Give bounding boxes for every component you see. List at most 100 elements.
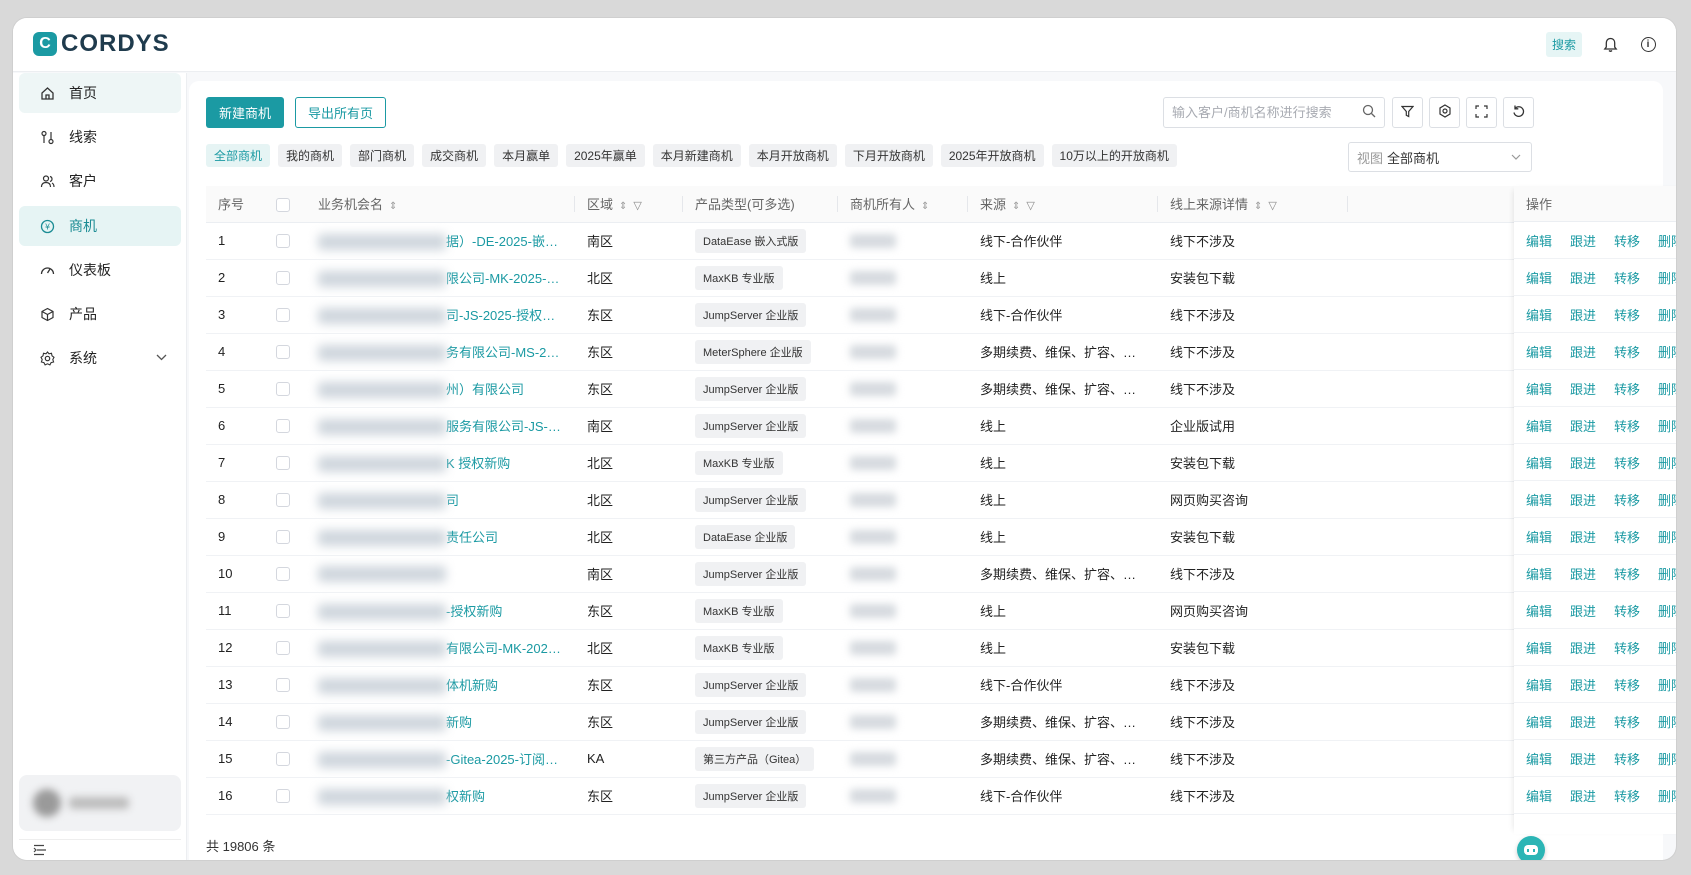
chip-department-opportunities[interactable]: 部门商机 xyxy=(350,144,415,167)
delete-button[interactable]: 删除 xyxy=(1658,490,1676,509)
row-name[interactable]: 有限公司-MK-202… xyxy=(306,629,575,667)
transfer-button[interactable]: 转移 xyxy=(1614,342,1640,361)
chip-my-opportunities[interactable]: 我的商机 xyxy=(278,144,343,167)
row-name[interactable]: 责任公司 xyxy=(306,518,575,556)
chip-month-new[interactable]: 本月新建商机 xyxy=(652,144,741,167)
row-checkbox-cell[interactable] xyxy=(264,333,306,371)
table-row[interactable]: 8 司 北区 JumpServer 企业版 线上 网页购买咨询 xyxy=(206,481,1532,519)
follow-up-button[interactable]: 跟进 xyxy=(1570,453,1596,472)
filter-icon[interactable]: ▽ xyxy=(1268,200,1276,212)
sidebar-item-system[interactable]: 系统 xyxy=(19,338,181,378)
chip-closed-opportunities[interactable]: 成交商机 xyxy=(422,144,487,167)
row-name[interactable]: 务有限公司-MS-2… xyxy=(306,333,575,371)
edit-button[interactable]: 编辑 xyxy=(1526,749,1552,768)
table-row[interactable]: 6 服务有限公司-JS-… 南区 JumpServer 企业版 线上 企业版试用 xyxy=(206,407,1532,445)
new-opportunity-button[interactable]: 新建商机 xyxy=(206,97,284,128)
edit-button[interactable]: 编辑 xyxy=(1526,453,1552,472)
row-checkbox[interactable] xyxy=(276,567,290,582)
row-checkbox[interactable] xyxy=(276,234,290,249)
follow-up-button[interactable]: 跟进 xyxy=(1570,231,1596,250)
row-name[interactable]: 新购 xyxy=(306,703,575,741)
transfer-button[interactable]: 转移 xyxy=(1614,527,1640,546)
follow-up-button[interactable]: 跟进 xyxy=(1570,342,1596,361)
table-row[interactable]: 1 据）-DE-2025-嵌… 南区 DataEase 嵌入式版 线下-合作伙伴 线下不涉… xyxy=(206,222,1532,260)
transfer-button[interactable]: 转移 xyxy=(1614,749,1640,768)
chip-month-open[interactable]: 本月开放商机 xyxy=(748,144,837,167)
edit-button[interactable]: 编辑 xyxy=(1526,786,1552,805)
edit-button[interactable]: 编辑 xyxy=(1526,416,1552,435)
row-name[interactable]: 司 xyxy=(306,481,575,519)
chip-100k-open[interactable]: 10万以上的开放商机 xyxy=(1051,144,1177,167)
user-card[interactable] xyxy=(19,775,181,831)
sidebar-item-customers[interactable]: 客户 xyxy=(19,161,181,201)
edit-button[interactable]: 编辑 xyxy=(1526,527,1552,546)
row-name-link[interactable]: 体机新购 xyxy=(446,678,498,693)
row-checkbox[interactable] xyxy=(276,641,290,656)
row-checkbox-cell[interactable] xyxy=(264,518,306,556)
row-checkbox[interactable] xyxy=(276,752,290,767)
chip-all-opportunities[interactable]: 全部商机 xyxy=(206,144,271,167)
col-source[interactable]: 来源 ⇕ ▽ xyxy=(968,186,1158,223)
row-checkbox[interactable] xyxy=(276,715,290,730)
table-row[interactable]: 3 司-JS-2025-授权… 东区 JumpServer 企业版 线下-合作伙伴 线下不… xyxy=(206,296,1532,334)
row-name[interactable]: 据）-DE-2025-嵌… xyxy=(306,222,575,260)
follow-up-button[interactable]: 跟进 xyxy=(1570,490,1596,509)
col-online-source[interactable]: 线上来源详情 ⇕ ▽ xyxy=(1158,186,1348,223)
delete-button[interactable]: 删除 xyxy=(1658,601,1676,620)
sort-icon[interactable]: ⇕ xyxy=(389,201,397,212)
sidebar-item-leads[interactable]: 线索 xyxy=(19,117,181,157)
row-checkbox-cell[interactable] xyxy=(264,703,306,741)
table-row[interactable]: 9 责任公司 北区 DataEase 企业版 线上 安装包下载 xyxy=(206,518,1532,556)
delete-button[interactable]: 删除 xyxy=(1658,712,1676,731)
fullscreen-button[interactable] xyxy=(1466,97,1497,128)
sort-icon[interactable]: ⇕ xyxy=(1012,201,1020,212)
delete-button[interactable]: 删除 xyxy=(1658,231,1676,250)
follow-up-button[interactable]: 跟进 xyxy=(1570,638,1596,657)
row-name[interactable]: 司-JS-2025-授权… xyxy=(306,296,575,334)
row-name-link[interactable]: 服务有限公司-JS-… xyxy=(446,419,561,434)
search-icon[interactable] xyxy=(1362,104,1376,121)
follow-up-button[interactable]: 跟进 xyxy=(1570,749,1596,768)
transfer-button[interactable]: 转移 xyxy=(1614,601,1640,620)
row-name-link[interactable]: -Gitea-2025-订阅… xyxy=(446,752,558,767)
row-name-link[interactable]: 州）有限公司 xyxy=(446,382,524,397)
row-checkbox-cell[interactable] xyxy=(264,555,306,593)
row-checkbox-cell[interactable] xyxy=(264,481,306,519)
transfer-button[interactable]: 转移 xyxy=(1614,564,1640,583)
follow-up-button[interactable]: 跟进 xyxy=(1570,601,1596,620)
filter-button[interactable] xyxy=(1392,97,1423,128)
row-checkbox-cell[interactable] xyxy=(264,444,306,482)
table-row[interactable]: 7 K 授权新购 北区 MaxKB 专业版 线上 安装包下载 xyxy=(206,444,1532,482)
row-checkbox[interactable] xyxy=(276,604,290,619)
row-name-link[interactable]: 新购 xyxy=(446,715,472,730)
delete-button[interactable]: 删除 xyxy=(1658,527,1676,546)
row-checkbox[interactable] xyxy=(276,789,290,804)
transfer-button[interactable]: 转移 xyxy=(1614,305,1640,324)
delete-button[interactable]: 删除 xyxy=(1658,305,1676,324)
sidebar-item-opportunities[interactable]: ¥ 商机 xyxy=(19,206,181,246)
delete-button[interactable]: 删除 xyxy=(1658,675,1676,694)
table-row[interactable]: 13 体机新购 东区 JumpServer 企业版 线下-合作伙伴 线下不涉及 xyxy=(206,666,1532,704)
row-name[interactable]: -Gitea-2025-订阅… xyxy=(306,740,575,778)
sort-icon[interactable]: ⇕ xyxy=(921,201,929,212)
row-checkbox[interactable] xyxy=(276,271,290,286)
row-name[interactable]: 限公司-MK-2025-… xyxy=(306,259,575,297)
search-input[interactable] xyxy=(1172,105,1352,120)
delete-button[interactable]: 删除 xyxy=(1658,453,1676,472)
sort-icon[interactable]: ⇕ xyxy=(1254,201,1262,212)
row-checkbox-cell[interactable] xyxy=(264,740,306,778)
edit-button[interactable]: 编辑 xyxy=(1526,342,1552,361)
chat-bot-icon[interactable] xyxy=(1517,836,1545,860)
table-row[interactable]: 4 务有限公司-MS-2… 东区 MeterSphere 企业版 多期续费、维保、扩容、… xyxy=(206,333,1532,371)
row-checkbox-cell[interactable] xyxy=(264,666,306,704)
delete-button[interactable]: 删除 xyxy=(1658,268,1676,287)
follow-up-button[interactable]: 跟进 xyxy=(1570,305,1596,324)
row-name[interactable]: -授权新购 xyxy=(306,592,575,630)
follow-up-button[interactable]: 跟进 xyxy=(1570,268,1596,287)
follow-up-button[interactable]: 跟进 xyxy=(1570,527,1596,546)
row-checkbox-cell[interactable] xyxy=(264,296,306,334)
edit-button[interactable]: 编辑 xyxy=(1526,305,1552,324)
table-row[interactable]: 16 权新购 东区 JumpServer 企业版 线下-合作伙伴 线下不涉及 xyxy=(206,777,1532,815)
search-field[interactable] xyxy=(1163,97,1385,128)
row-checkbox-cell[interactable] xyxy=(264,370,306,408)
